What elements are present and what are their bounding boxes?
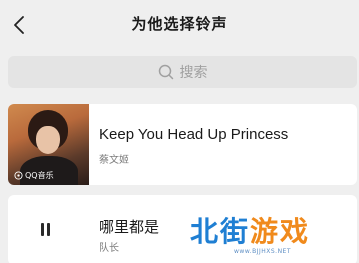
qq-music-icon bbox=[14, 171, 23, 180]
album-cover: QQ音乐 bbox=[8, 104, 89, 185]
watermark-text-2: 游戏 bbox=[250, 215, 311, 248]
song-item[interactable]: QQ音乐 Keep You Head Up Princess 蔡文姬 bbox=[8, 104, 357, 185]
search-input[interactable]: 搜索 bbox=[8, 56, 357, 88]
cover-badge-label: QQ音乐 bbox=[25, 171, 54, 180]
cover-badge: QQ音乐 bbox=[11, 169, 57, 182]
song-title: 哪里都是 bbox=[99, 218, 160, 236]
watermark-logo: 北街 游戏 www.BJJHXS.NET bbox=[188, 208, 348, 258]
header: 为他选择铃声 bbox=[0, 0, 359, 50]
song-artist: 蔡文姬 bbox=[99, 155, 129, 166]
song-artist: 队长 bbox=[99, 243, 119, 254]
watermark-text-1: 北街 bbox=[190, 215, 251, 248]
song-title: Keep You Head Up Princess bbox=[99, 126, 289, 143]
cover-art-face bbox=[36, 126, 60, 154]
watermark-url: www.BJJHXS.NET bbox=[234, 248, 292, 255]
search-icon bbox=[158, 64, 173, 80]
search-placeholder: 搜索 bbox=[179, 65, 208, 81]
page-title: 为他选择铃声 bbox=[131, 15, 228, 33]
pause-icon[interactable] bbox=[38, 223, 52, 237]
